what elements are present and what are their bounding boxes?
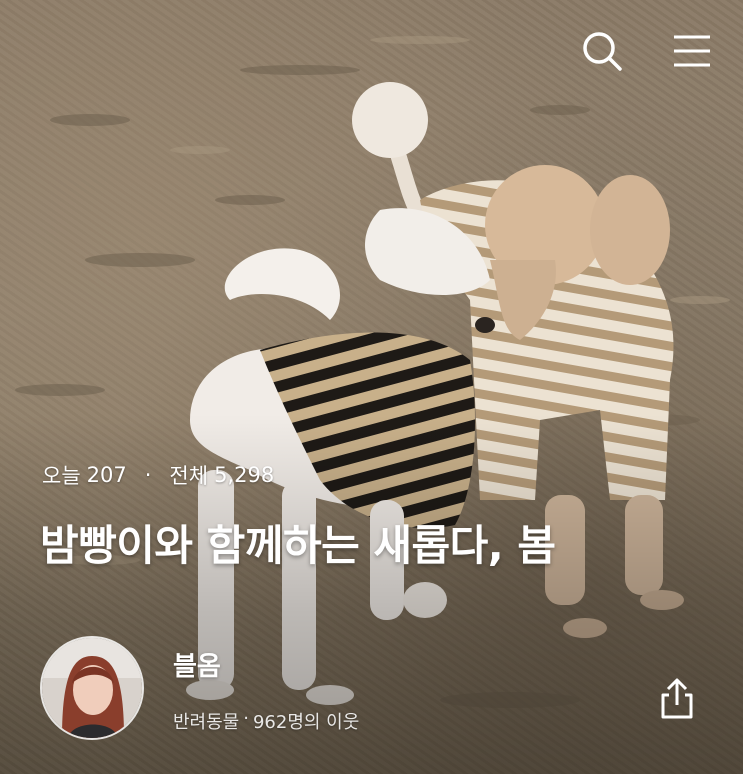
blogger-name[interactable]: 블옴 [173, 646, 221, 683]
blogger-avatar[interactable] [40, 636, 144, 740]
today-label: 오늘 [42, 464, 81, 488]
total-count: 5,298 [214, 463, 275, 487]
blog-category: 반려동물 [173, 712, 240, 733]
menu-button[interactable] [669, 28, 715, 74]
neighbor-count[interactable]: 962명의 이웃 [253, 708, 359, 734]
share-icon [661, 678, 693, 719]
today-count: 207 [86, 463, 127, 487]
top-actions [579, 28, 715, 74]
search-button[interactable] [579, 28, 625, 74]
total-label: 전체 [169, 464, 209, 488]
avatar-photo [42, 638, 142, 738]
hamburger-menu-icon [674, 35, 710, 67]
search-icon [583, 32, 622, 71]
share-button[interactable] [654, 676, 700, 722]
blog-cover: 오늘 207 · 전체 5,298 밤빵이와 함께하는 새롭다, 봄 블옴 반려… [0, 0, 743, 774]
post-title[interactable]: 밤빵이와 함께하는 새롭다, 봄 [40, 512, 556, 573]
stats-separator: · [144, 463, 152, 487]
visitor-stats: 오늘 207 · 전체 5,298 [42, 460, 274, 490]
meta-separator: · [243, 708, 249, 729]
blogger-meta: 반려동물 · 962명의 이웃 [173, 708, 359, 734]
